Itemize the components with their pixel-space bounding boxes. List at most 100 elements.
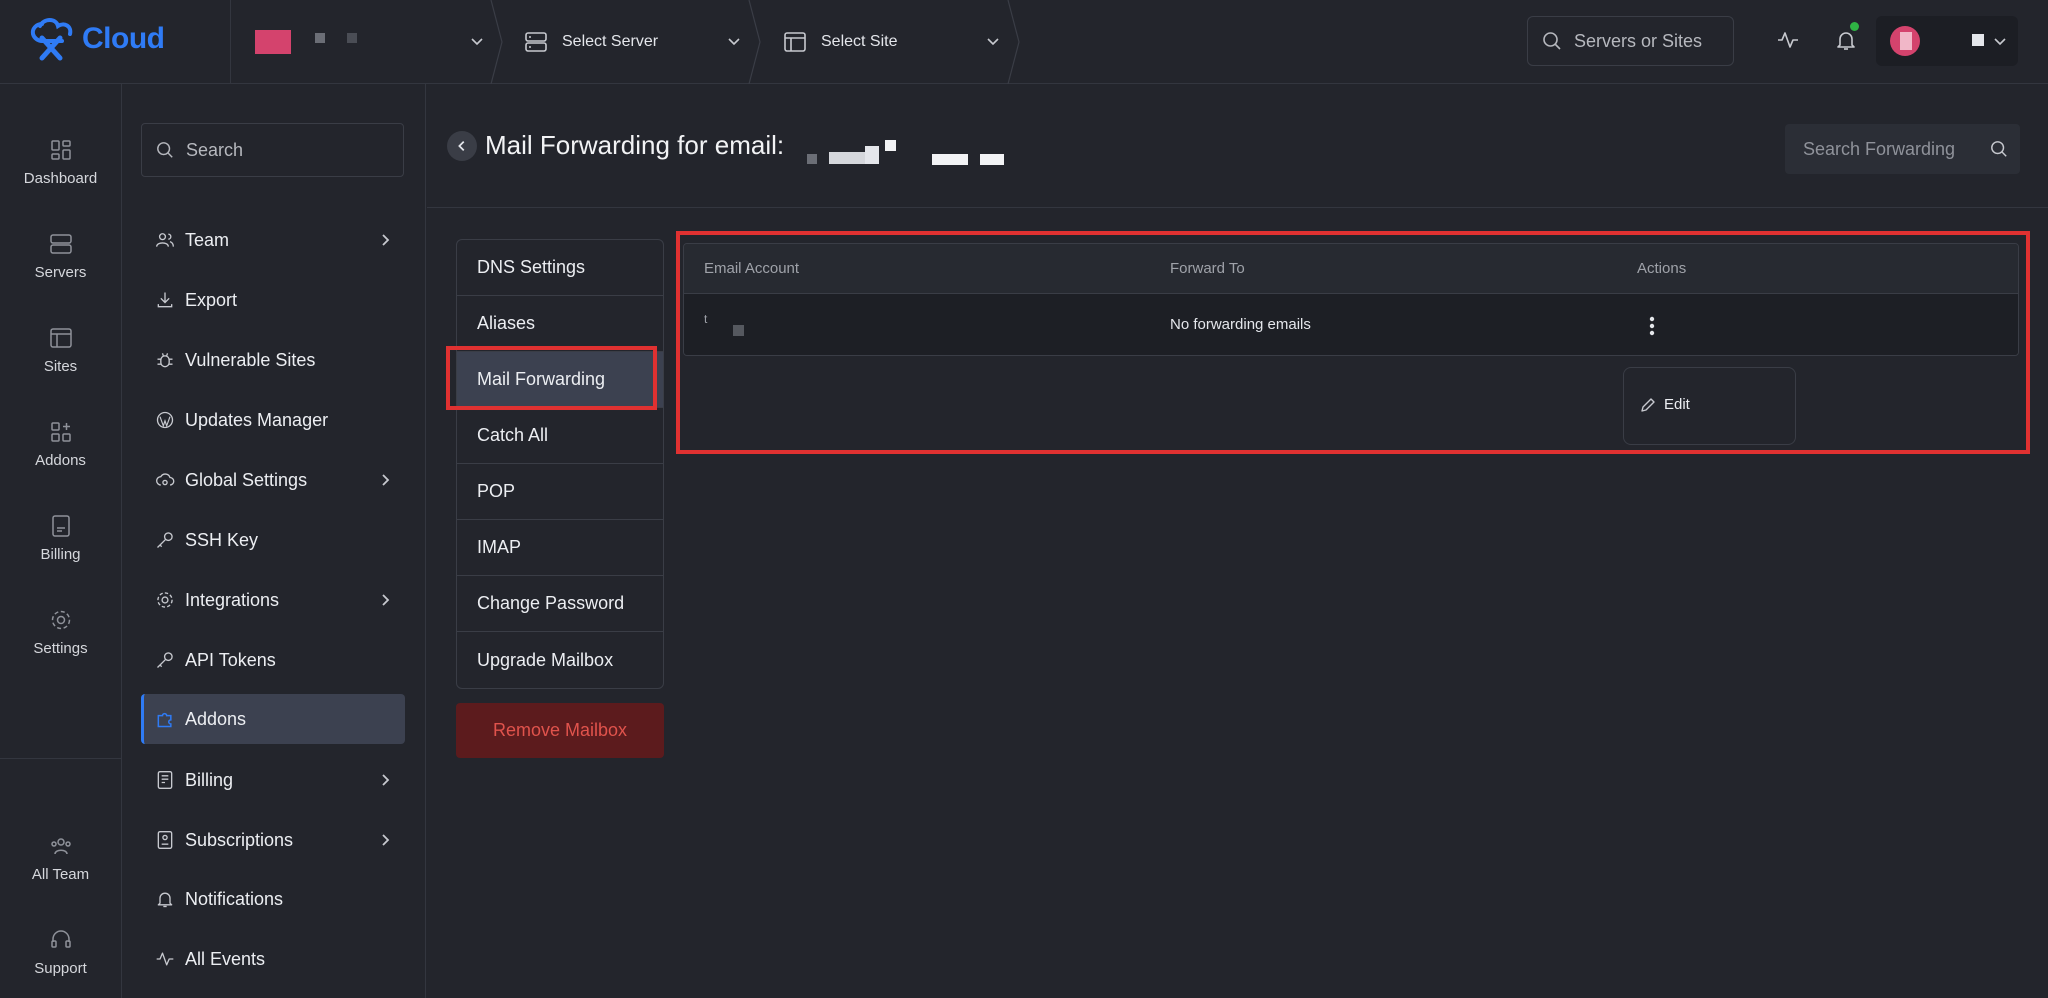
sidebar-item-api-tokens[interactable]: API Tokens	[141, 635, 405, 685]
sidebar-item-vulnerable-sites[interactable]: Vulnerable Sites	[141, 335, 405, 385]
rail-item-support[interactable]: Support	[0, 912, 121, 992]
logo[interactable]: Cloud	[28, 16, 165, 62]
mailbox-submenu: DNS Settings Aliases Mail Forwarding Cat…	[456, 239, 664, 689]
bell-icon	[1837, 32, 1855, 50]
avatar	[1890, 26, 1920, 56]
sidebar-search[interactable]	[141, 123, 404, 177]
key-icon	[157, 532, 173, 548]
search-forwarding[interactable]	[1785, 124, 2020, 174]
rail-item-all-team[interactable]: All Team	[0, 818, 121, 898]
sidebar-item-label: SSH Key	[185, 529, 259, 550]
rail-item-addons[interactable]: Addons	[0, 404, 121, 484]
sidebar-item-label: Export	[185, 289, 238, 310]
search-icon	[1543, 32, 1561, 50]
team-select[interactable]	[255, 0, 485, 84]
column-header-forward-to: Forward To	[1170, 260, 1245, 277]
sidebar-item-export[interactable]: Export	[141, 275, 405, 325]
sidebar-search-input[interactable]	[186, 139, 386, 161]
submenu-mail-forwarding[interactable]: Mail Forwarding	[457, 352, 663, 408]
submenu-dns-settings[interactable]: DNS Settings	[457, 240, 663, 296]
rail-item-dashboard[interactable]: Dashboard	[0, 122, 121, 202]
page-header: Mail Forwarding for email:	[427, 84, 2048, 208]
chevron-right-icon	[382, 834, 390, 846]
back-button[interactable]	[447, 131, 477, 161]
rail-label: Billing	[40, 545, 81, 563]
sidebar-item-label: Addons	[185, 708, 247, 729]
download-icon	[157, 292, 173, 308]
sidebar-item-notifications[interactable]: Notifications	[141, 874, 405, 924]
activity-icon	[156, 952, 174, 966]
forwarding-table: Email Account Forward To Actions t No fo…	[683, 243, 2019, 356]
chevron-down-icon	[987, 38, 999, 46]
server-icon	[525, 32, 547, 52]
rail-item-servers[interactable]: Servers	[0, 216, 121, 296]
chevron-right-icon	[382, 234, 390, 246]
submenu-pop[interactable]: POP	[457, 464, 663, 520]
sidebar-item-label: Updates Manager	[185, 409, 329, 430]
submenu-upgrade-mailbox[interactable]: Upgrade Mailbox	[457, 632, 663, 688]
chevron-right-icon	[382, 474, 390, 486]
chevron-right-icon	[382, 594, 390, 606]
search-forwarding-input[interactable]	[1803, 138, 1983, 160]
rail-label: Dashboard	[23, 169, 98, 187]
rail-item-billing[interactable]: Billing	[0, 498, 121, 578]
site-icon	[784, 32, 806, 52]
redacted-block	[347, 33, 357, 43]
site-select[interactable]: Select Site	[783, 0, 1013, 84]
menu-item-label: Edit	[1664, 396, 1690, 413]
headset-icon	[50, 929, 71, 948]
rail-label: Addons	[35, 451, 86, 469]
rail-label: All Team	[31, 865, 90, 883]
redacted-email	[807, 132, 1047, 172]
site-select-label: Select Site	[821, 33, 898, 50]
rail-item-sites[interactable]: Sites	[0, 310, 121, 390]
global-search[interactable]	[1527, 16, 1734, 66]
sidebar-item-ssh-key[interactable]: SSH Key	[141, 515, 405, 565]
sidebar-item-integrations[interactable]: Integrations	[141, 575, 405, 625]
table-header: Email Account Forward To Actions	[684, 244, 2018, 294]
sidebar-item-subscriptions[interactable]: Subscriptions	[141, 815, 405, 865]
submenu-change-password[interactable]: Change Password	[457, 576, 663, 632]
activity-icon[interactable]	[1776, 28, 1800, 52]
sidebar: Team Export Vulnerable Sites Updates Man…	[122, 84, 426, 998]
users-icon	[156, 233, 174, 247]
remove-mailbox-button[interactable]: Remove Mailbox	[456, 703, 664, 758]
sidebar-item-addons[interactable]: Addons	[141, 694, 405, 744]
sidebar-item-label: Vulnerable Sites	[185, 349, 316, 370]
team-avatar	[255, 30, 291, 54]
sidebar-item-label: Notifications	[185, 888, 284, 909]
user-menu[interactable]	[1876, 16, 2018, 66]
search-icon[interactable]	[1990, 140, 2008, 158]
sidebar-item-label: Billing	[185, 769, 234, 790]
server-select-label: Select Server	[562, 33, 659, 50]
notifications-button[interactable]	[1834, 22, 1859, 52]
chevron-down-icon	[1994, 38, 2006, 46]
divider	[0, 758, 121, 759]
global-search-input[interactable]	[1574, 30, 1724, 52]
rail-label: Settings	[33, 639, 88, 657]
submenu-imap[interactable]: IMAP	[457, 520, 663, 576]
sidebar-item-billing[interactable]: Billing	[141, 755, 405, 805]
top-bar: Cloud Select Server Select Site	[0, 0, 2048, 84]
row-actions-button[interactable]	[1642, 314, 1662, 338]
sidebar-item-all-events[interactable]: All Events	[141, 934, 405, 984]
servers-icon	[49, 233, 72, 254]
sidebar-item-team[interactable]: Team	[141, 215, 405, 265]
email-account-cell: t	[704, 312, 708, 326]
submenu-aliases[interactable]: Aliases	[457, 296, 663, 352]
logo-text: Cloud	[82, 22, 165, 55]
main-content: Mail Forwarding for email: DNS Settings …	[427, 84, 2048, 998]
submenu-catch-all[interactable]: Catch All	[457, 408, 663, 464]
breadcrumb-separator	[748, 0, 761, 84]
row-actions-menu: Edit	[1623, 367, 1796, 445]
sidebar-item-label: API Tokens	[185, 649, 276, 670]
menu-item-edit[interactable]: Edit	[1640, 396, 1690, 413]
chevron-down-icon	[471, 38, 483, 46]
sidebar-item-global-settings[interactable]: Global Settings	[141, 455, 405, 505]
rail-label: Support	[34, 959, 87, 977]
server-select[interactable]: Select Server	[524, 0, 754, 84]
rail-item-settings[interactable]: Settings	[0, 592, 121, 672]
sidebar-item-updates-manager[interactable]: Updates Manager	[141, 395, 405, 445]
forward-to-cell: No forwarding emails	[1170, 316, 1311, 333]
sidebar-item-label: Integrations	[185, 589, 280, 610]
